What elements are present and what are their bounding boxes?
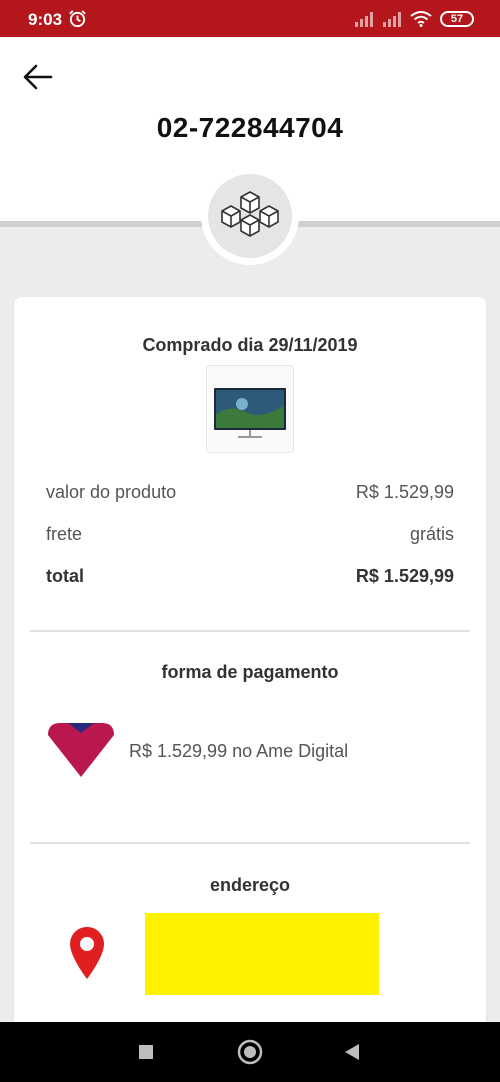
shipping-value: grátis <box>409 524 454 544</box>
total-value: R$ 1.529,99 <box>355 566 454 586</box>
battery-level: 57 <box>450 13 464 25</box>
section-divider <box>30 630 470 632</box>
ame-digital-logo <box>48 723 114 777</box>
battery-icon: 57 <box>440 11 474 27</box>
section-divider <box>30 842 470 844</box>
total-label: total <box>46 566 84 586</box>
back-nav-button[interactable] <box>335 1036 369 1068</box>
address-redacted <box>145 913 379 995</box>
boxes-icon <box>221 191 279 237</box>
product-value-label: valor do produto <box>46 482 177 502</box>
arrow-left-icon <box>23 64 53 90</box>
wifi-icon <box>410 11 432 27</box>
square-icon <box>139 1045 153 1059</box>
divider-line-right <box>295 221 500 227</box>
signal-icon <box>355 12 373 27</box>
recent-apps-button[interactable] <box>129 1036 163 1068</box>
product-thumbnail[interactable] <box>206 365 294 453</box>
back-button[interactable] <box>20 59 56 95</box>
triangle-back-icon <box>345 1044 359 1060</box>
shipping-label: frete <box>46 524 83 544</box>
location-pin-icon <box>70 927 104 979</box>
navigation-bar <box>0 1022 500 1082</box>
signal-icon-2 <box>383 12 401 27</box>
order-details-card: Comprado dia 29/11/2019 valor do produto… <box>14 297 486 1057</box>
payment-title: forma de pagamento <box>161 662 339 682</box>
status-time: 9:03 <box>28 10 63 29</box>
product-value: R$ 1.529,99 <box>355 482 454 502</box>
status-icons: 57 <box>354 9 474 29</box>
divider-line-left <box>0 221 205 227</box>
order-status-badge <box>201 167 299 265</box>
address-title: endereço <box>209 875 291 895</box>
order-number: 02-722844704 <box>156 112 344 143</box>
purchase-date: Comprado dia 29/11/2019 <box>142 335 358 355</box>
home-button[interactable] <box>233 1036 267 1068</box>
circle-icon <box>237 1039 263 1065</box>
payment-method-text: R$ 1.529,99 no Ame Digital <box>129 741 349 761</box>
alarm-icon <box>69 10 86 28</box>
monitor-image <box>214 388 286 438</box>
status-bar: 9:03 57 <box>0 0 500 37</box>
